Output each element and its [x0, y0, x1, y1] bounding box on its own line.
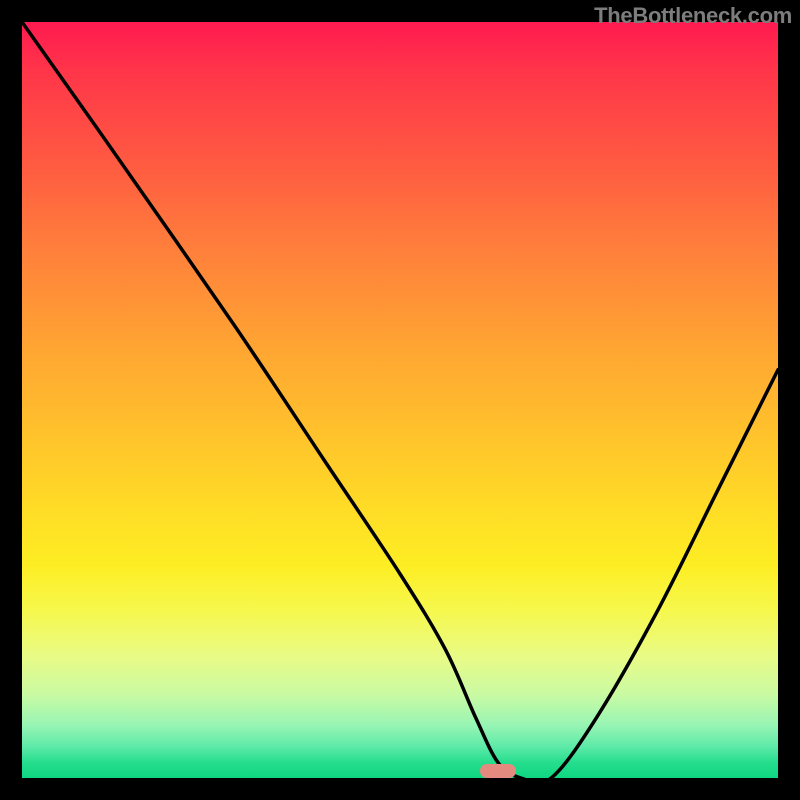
optimal-marker [480, 764, 516, 778]
plot-area [22, 22, 778, 778]
bottleneck-curve [22, 22, 778, 778]
attribution-text: TheBottleneck.com [594, 3, 792, 29]
chart-frame: TheBottleneck.com [0, 0, 800, 800]
